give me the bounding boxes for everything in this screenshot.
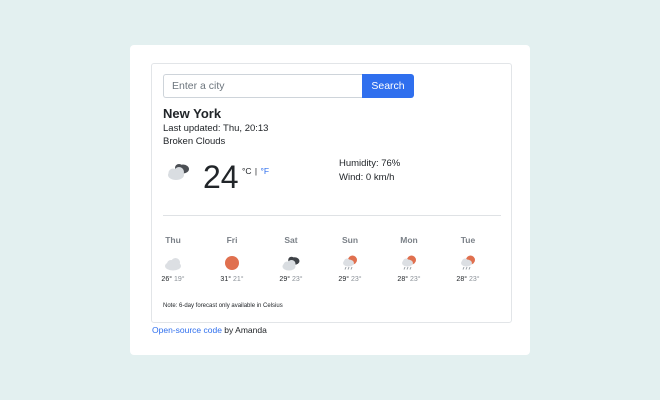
city-name: New York: [163, 106, 222, 121]
forecast-day: Thu 26° 19°: [153, 234, 193, 283]
weather-description: Broken Clouds: [163, 136, 226, 147]
forecast-day-name: Sat: [284, 235, 298, 245]
forecast-day-name: Tue: [460, 235, 476, 245]
forecast-low: 23°: [291, 276, 303, 283]
humidity: Humidity: 76%: [339, 158, 401, 169]
wind: Wind: 0 km/h: [339, 172, 395, 183]
fahrenheit-link[interactable]: °F: [261, 166, 270, 176]
forecast-low: 23°: [468, 276, 480, 283]
forecast-high: 28°: [397, 276, 409, 283]
current-temperature: 24: [203, 159, 239, 195]
unit-toggle: °C | °F: [242, 166, 269, 176]
forecast-day-name: Fri: [226, 235, 238, 245]
broken-clouds-icon: [168, 164, 189, 180]
footer-author: by Amanda: [221, 325, 267, 335]
forecast-high: 28°: [456, 276, 468, 283]
forecast-temps: 31° 21°: [212, 276, 252, 283]
forecast-high: 31°: [220, 276, 232, 283]
sun-rain-icon: [343, 255, 357, 270]
forecast-temps: 29° 23°: [271, 276, 311, 283]
forecast-day-name: Sun: [341, 235, 359, 245]
forecast-temps: 29° 23°: [330, 276, 370, 283]
forecast-temps: 28° 23°: [389, 276, 429, 283]
forecast-low: 23°: [409, 276, 421, 283]
forecast-note: Note: 6-day forecast only available in C…: [163, 303, 283, 309]
forecast-day: Tue 28° 23°: [448, 234, 488, 283]
forecast-high: 26°: [161, 276, 173, 283]
source-code-link[interactable]: Open-source code: [152, 325, 222, 335]
footer: Open-source code by Amanda: [152, 325, 267, 335]
weather-panel: Search New York Last updated: Thu, 20:13…: [151, 63, 512, 323]
forecast-high: 29°: [338, 276, 350, 283]
cloud-icon: [165, 258, 181, 271]
sun-rain-icon: [461, 255, 475, 270]
search-button[interactable]: Search: [362, 74, 414, 98]
unit-separator: |: [254, 166, 258, 176]
forecast-low: 23°: [350, 276, 362, 283]
sun-icon: [225, 256, 239, 270]
divider: [163, 215, 501, 216]
forecast-day: Fri 31° 21°: [212, 234, 252, 283]
forecast-day-name: Mon: [400, 235, 418, 245]
broken-clouds-icon: [282, 256, 300, 271]
last-updated: Last updated: Thu, 20:13: [163, 123, 269, 134]
sun-rain-icon: [402, 255, 416, 270]
forecast-low: 19°: [173, 276, 185, 283]
forecast-row: Thu 26° 19° Fri 31° 21° Sat 29° 23° Sun …: [152, 234, 513, 290]
forecast-day: Sat 29° 23°: [271, 234, 311, 283]
forecast-temps: 28° 23°: [448, 276, 488, 283]
forecast-high: 29°: [279, 276, 291, 283]
forecast-temps: 26° 19°: [153, 276, 193, 283]
celsius-unit: °C: [242, 166, 252, 176]
forecast-low: 21°: [232, 276, 244, 283]
forecast-day-name: Thu: [165, 235, 181, 245]
forecast-day: Sun 29° 23°: [330, 234, 370, 283]
weather-card: Search New York Last updated: Thu, 20:13…: [130, 45, 530, 355]
search-form: Search: [163, 74, 414, 98]
city-search-input[interactable]: [163, 74, 362, 98]
forecast-day: Mon 28° 23°: [389, 234, 429, 283]
